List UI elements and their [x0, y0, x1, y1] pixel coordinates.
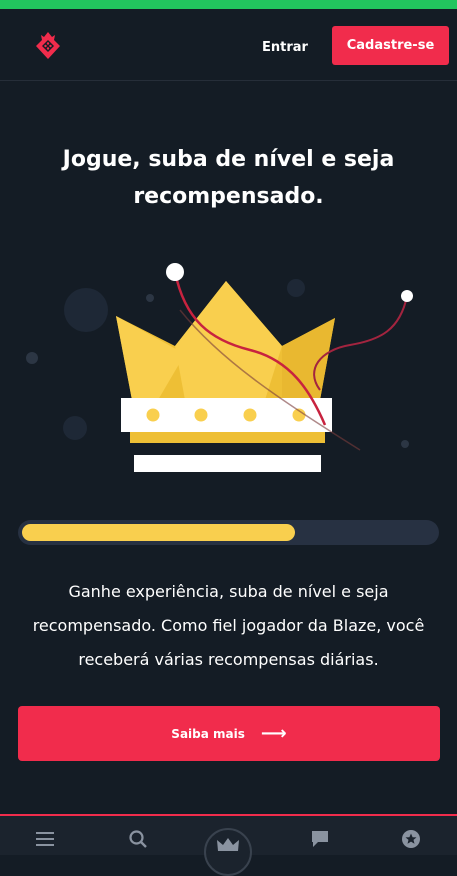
bottom-navigation: [0, 814, 457, 876]
status-bar: [0, 0, 457, 9]
chat-icon[interactable]: [309, 828, 331, 850]
crown-nav-button[interactable]: [204, 828, 252, 876]
menu-icon[interactable]: [34, 828, 56, 850]
login-button[interactable]: Entrar: [252, 34, 318, 60]
description-text: Ganhe experiência, suba de nível e seja …: [32, 582, 425, 669]
blaze-logo-icon[interactable]: [31, 29, 65, 63]
star-icon[interactable]: [400, 828, 422, 850]
top-header: Entrar Cadastre-se: [0, 9, 457, 81]
level-progress-fill: [22, 524, 295, 541]
learn-more-button[interactable]: Saiba mais ⟶: [18, 706, 440, 761]
learn-more-label: Saiba mais: [171, 726, 245, 741]
search-icon[interactable]: [127, 828, 149, 850]
signup-button[interactable]: Cadastre-se: [332, 26, 449, 65]
page-title: Jogue, suba de nível e seja recompensado…: [62, 147, 395, 209]
arrow-right-icon: ⟶: [260, 722, 287, 744]
crown-icon: [217, 838, 239, 851]
level-progress-bar: [18, 520, 439, 545]
crown-illustration: [26, 263, 413, 472]
